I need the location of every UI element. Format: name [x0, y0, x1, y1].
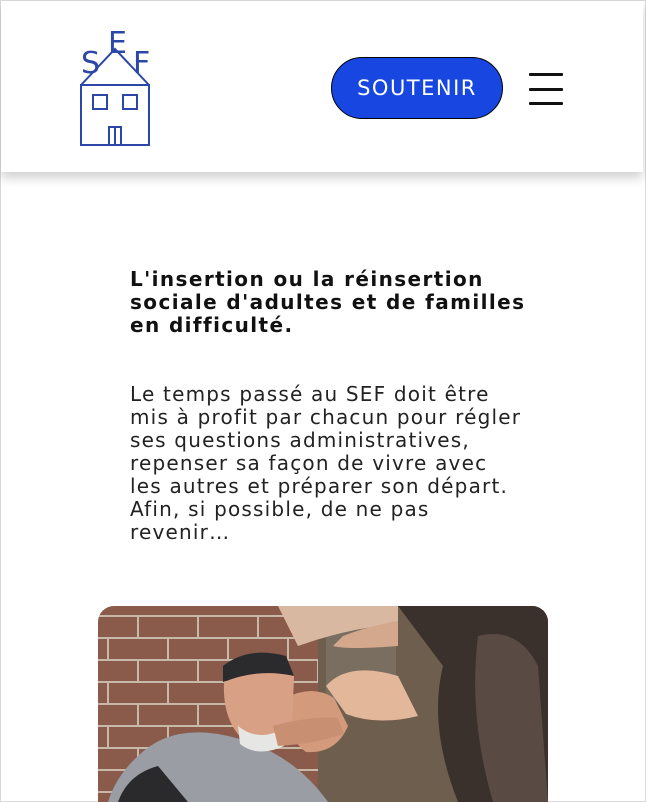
menu-line	[529, 87, 563, 91]
menu-line	[529, 102, 563, 105]
soutenir-button[interactable]: SOUTENIR	[331, 57, 503, 119]
site-header: S E F SOUTENIR	[1, 1, 643, 172]
helping-hand-image	[98, 606, 548, 802]
logo-letters: S E F	[77, 26, 157, 79]
sef-logo[interactable]: S E F	[77, 27, 157, 149]
hamburger-icon[interactable]	[529, 73, 563, 105]
logo-letter-e: E	[108, 26, 127, 61]
hero-photo	[98, 606, 548, 802]
menu-line	[529, 73, 563, 76]
logo-letter-f: F	[133, 46, 151, 81]
page-headline: L'insertion ou la réinsertion sociale d'…	[130, 267, 526, 337]
logo-letter-s: S	[81, 46, 101, 81]
intro-paragraph: Le temps passé au SEF doit être mis à pr…	[130, 382, 522, 544]
